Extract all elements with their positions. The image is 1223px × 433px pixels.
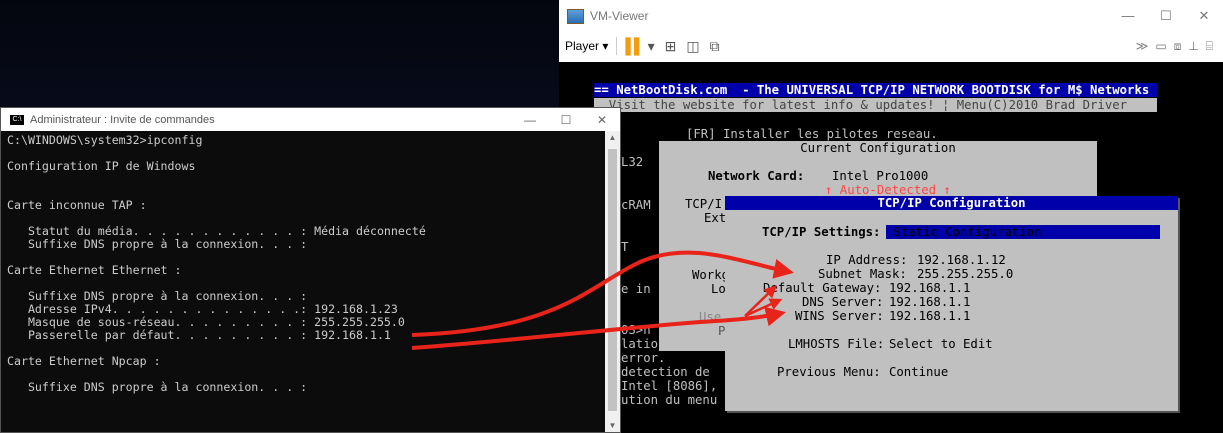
- console-fragment: OS>n: [621, 323, 651, 337]
- console-fragment: ution du menu: [621, 393, 718, 407]
- player-menu[interactable]: Player ▾: [565, 39, 608, 53]
- console-fragment: latio: [621, 337, 659, 351]
- network-card-label: Network Card:: [708, 169, 805, 183]
- subnet-mask-label: Subnet Mask:: [818, 267, 907, 281]
- cmd-title: Administrateur : Invite de commandes: [30, 113, 215, 126]
- cmd-output-line: Carte Ethernet Npcap :: [7, 354, 161, 368]
- dns-server-value[interactable]: 192.168.1.1: [889, 295, 970, 309]
- console-fragment: T: [621, 240, 629, 254]
- subnet-mask-value[interactable]: 255.255.255.0: [917, 267, 1013, 281]
- default-gateway-value[interactable]: 192.168.1.1: [889, 281, 970, 295]
- default-gateway-label: Default Gateway:: [763, 281, 882, 295]
- cmd-output-line: Suffixe DNS propre à la connexion. . . :: [7, 380, 308, 394]
- vm-title: VM-Viewer: [590, 9, 649, 23]
- use-fragment: Use: [699, 310, 722, 324]
- lmhosts-label: LMHOSTS File:: [788, 337, 885, 351]
- vm-viewer-window: VM-Viewer — ☐ ✕ Player ▾ ▌▌ ▾ ⊞ ◫ ⧉ ≫ ▭ …: [559, 0, 1223, 433]
- vm-console-screen[interactable]: == NetBootDisk.com - The UNIVERSAL TCP/I…: [559, 62, 1223, 433]
- tcpip-settings-select[interactable]: Static Configuration: [886, 225, 1160, 239]
- cmd-output-line: Passerelle par défaut. . . . . . . . . :…: [7, 328, 391, 342]
- cmd-output-line: Configuration IP de Windows: [7, 159, 196, 173]
- console-fragment: e in: [621, 282, 651, 296]
- vm-titlebar[interactable]: VM-Viewer — ☐ ✕: [559, 0, 1223, 32]
- pause-icon[interactable]: ▌▌: [625, 38, 644, 55]
- tcpip-fragment: TCP/I: [685, 197, 723, 211]
- expand-icon[interactable]: ≫: [1136, 39, 1149, 54]
- banner-title: == NetBootDisk.com - The UNIVERSAL TCP/I…: [594, 83, 1157, 97]
- minimize-icon[interactable]: —: [1109, 8, 1147, 24]
- fullscreen-icon[interactable]: ◫: [686, 38, 699, 55]
- console-fragment: cRAM: [621, 198, 651, 212]
- wins-server-value[interactable]: 192.168.1.1: [889, 309, 970, 323]
- cmd-titlebar[interactable]: C:\ Administrateur : Invite de commandes…: [1, 108, 620, 131]
- ip-address-value[interactable]: 192.168.1.12: [917, 253, 1006, 267]
- console-fragment: Intel [8086],: [621, 379, 718, 393]
- cmd-output-line: Carte Ethernet Ethernet :: [7, 263, 182, 277]
- tcpip-settings-label: TCP/IP Settings:: [762, 225, 881, 239]
- maximize-icon[interactable]: ☐: [548, 113, 584, 127]
- ext-fragment: Ext: [704, 211, 727, 225]
- previous-menu-value[interactable]: Continue: [889, 365, 948, 379]
- close-icon[interactable]: ✕: [1185, 8, 1223, 24]
- cmd-scrollbar[interactable]: ▲ ▼: [605, 131, 620, 432]
- cmd-output-line: C:\WINDOWS\system32>ipconfig: [7, 133, 203, 147]
- current-config-title: Current Configuration: [800, 141, 956, 155]
- unity-icon[interactable]: ⧉: [710, 38, 720, 55]
- maximize-icon[interactable]: ☐: [1147, 8, 1185, 24]
- network-icon[interactable]: ⊞: [665, 38, 677, 55]
- banner-subtitle: Visit the website for latest info & upda…: [594, 98, 1157, 112]
- devices-icon[interactable]: ⧈: [1174, 39, 1182, 54]
- storage-icon[interactable]: ▭: [1155, 39, 1166, 54]
- usb-icon[interactable]: ⊥: [1188, 39, 1198, 54]
- dns-server-label: DNS Server:: [802, 295, 884, 309]
- pause-dropdown-icon[interactable]: ▾: [648, 38, 655, 55]
- command-prompt-window: C:\ Administrateur : Invite de commandes…: [0, 107, 621, 433]
- disk-icon[interactable]: ⌸: [1206, 39, 1213, 54]
- lmhosts-value[interactable]: Select to Edit: [889, 337, 993, 351]
- scroll-up-icon[interactable]: ▲: [605, 133, 620, 142]
- cmd-output-line: Suffixe DNS propre à la connexion. . . :: [7, 237, 308, 251]
- tcpip-configuration-dialog: TCP/IP Configuration TCP/IP Settings: St…: [725, 196, 1178, 411]
- install-line: [FR] Installer les pilotes reseau.: [686, 127, 938, 141]
- ip-address-label: IP Address:: [826, 253, 908, 267]
- cmd-app-icon: C:\: [10, 114, 24, 125]
- close-icon[interactable]: ✕: [584, 113, 620, 127]
- cmd-output[interactable]: C:\WINDOWS\system32>ipconfig Configuratio…: [7, 132, 605, 432]
- console-fragment: error.: [621, 351, 666, 365]
- vm-app-icon: [567, 8, 584, 24]
- logon-fragment: Lo: [711, 282, 726, 296]
- scroll-down-icon[interactable]: ▼: [605, 421, 620, 430]
- scroll-thumb[interactable]: [608, 149, 617, 411]
- auto-detected-note: ↑ Auto-Detected ↑: [825, 183, 951, 197]
- minimize-icon[interactable]: —: [512, 113, 548, 127]
- console-fragment: L32: [621, 155, 644, 169]
- cmd-output-line: Carte inconnue TAP :: [7, 198, 147, 212]
- console-fragment: detection de: [621, 365, 710, 379]
- toolbar-separator: [616, 37, 618, 55]
- network-card-value[interactable]: Intel Pro1000: [832, 169, 928, 183]
- previous-menu-label: Previous Menu:: [777, 365, 881, 379]
- vm-toolbar: Player ▾ ▌▌ ▾ ⊞ ◫ ⧉ ≫ ▭ ⧈ ⊥ ⌸: [559, 32, 1223, 60]
- tcpip-dialog-title: TCP/IP Configuration: [725, 196, 1178, 210]
- wins-server-label: WINS Server:: [795, 309, 884, 323]
